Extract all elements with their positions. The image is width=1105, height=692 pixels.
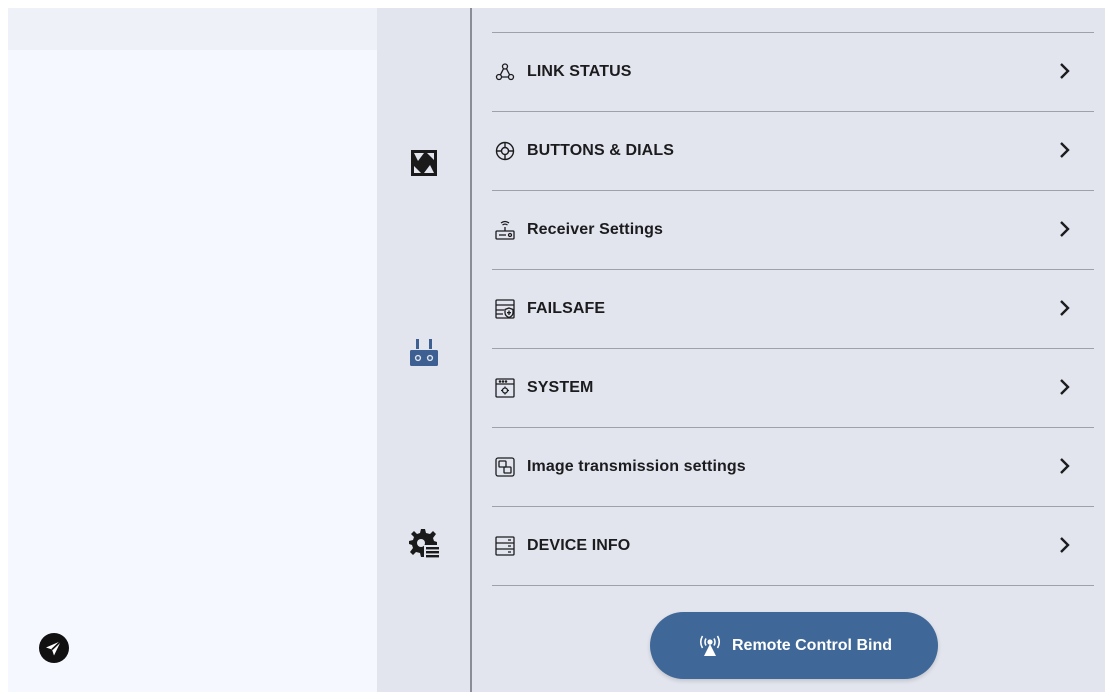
menu-item-system[interactable]: SYSTEM xyxy=(492,348,1094,427)
camera-settings-icon xyxy=(409,148,439,183)
menu-item-label: FAILSAFE xyxy=(527,300,606,317)
menu-item-image-transmission[interactable]: Image transmission settings xyxy=(492,427,1094,506)
receiver-icon xyxy=(493,218,517,242)
left-top-bar xyxy=(8,8,377,50)
send-icon xyxy=(37,631,71,670)
menu-item-receiver-settings[interactable]: Receiver Settings xyxy=(492,190,1094,269)
chevron-right-icon xyxy=(1060,379,1070,395)
menu-item-failsafe[interactable]: FAILSAFE xyxy=(492,269,1094,348)
menu-item-label: LINK STATUS xyxy=(527,63,632,80)
remote-control-bind-button[interactable]: Remote Control Bind xyxy=(650,612,938,679)
rail-item-remote[interactable] xyxy=(405,338,443,372)
chevron-right-icon xyxy=(1060,63,1070,79)
menu-item-link-status[interactable]: LINK STATUS xyxy=(492,32,1094,111)
menu-item-device-info[interactable]: DEVICE INFO xyxy=(492,506,1094,586)
failsafe-icon xyxy=(493,297,517,321)
menu-item-label: DEVICE INFO xyxy=(527,537,631,554)
menu-item-label: Image transmission settings xyxy=(527,458,746,475)
bind-button-label: Remote Control Bind xyxy=(732,636,892,654)
menu-item-label: SYSTEM xyxy=(527,379,594,396)
menu-item-buttons-dials[interactable]: BUTTONS & DIALS xyxy=(492,111,1094,190)
menu-item-label: Receiver Settings xyxy=(527,221,663,238)
chevron-right-icon xyxy=(1060,142,1070,158)
settings-content: LINK STATUS BUTTONS & DIALS Receiver Set… xyxy=(472,8,1105,692)
left-panel xyxy=(8,8,377,692)
remote-controller-icon xyxy=(409,338,439,372)
chevron-right-icon xyxy=(1060,537,1070,553)
system-icon xyxy=(493,376,517,400)
gear-list-icon xyxy=(408,528,440,563)
settings-menu: LINK STATUS BUTTONS & DIALS Receiver Set… xyxy=(492,32,1094,586)
chevron-right-icon xyxy=(1060,458,1070,474)
antenna-signal-icon xyxy=(696,634,724,658)
rail-item-camera[interactable] xyxy=(405,148,443,182)
send-button[interactable] xyxy=(32,628,76,672)
image-transmission-icon xyxy=(493,455,517,479)
chevron-right-icon xyxy=(1060,300,1070,316)
rail-item-settings[interactable] xyxy=(405,528,443,562)
link-status-icon xyxy=(493,60,517,84)
chevron-right-icon xyxy=(1060,221,1070,237)
menu-item-label: BUTTONS & DIALS xyxy=(527,142,674,159)
device-info-icon xyxy=(493,534,517,558)
dial-icon xyxy=(493,139,517,163)
